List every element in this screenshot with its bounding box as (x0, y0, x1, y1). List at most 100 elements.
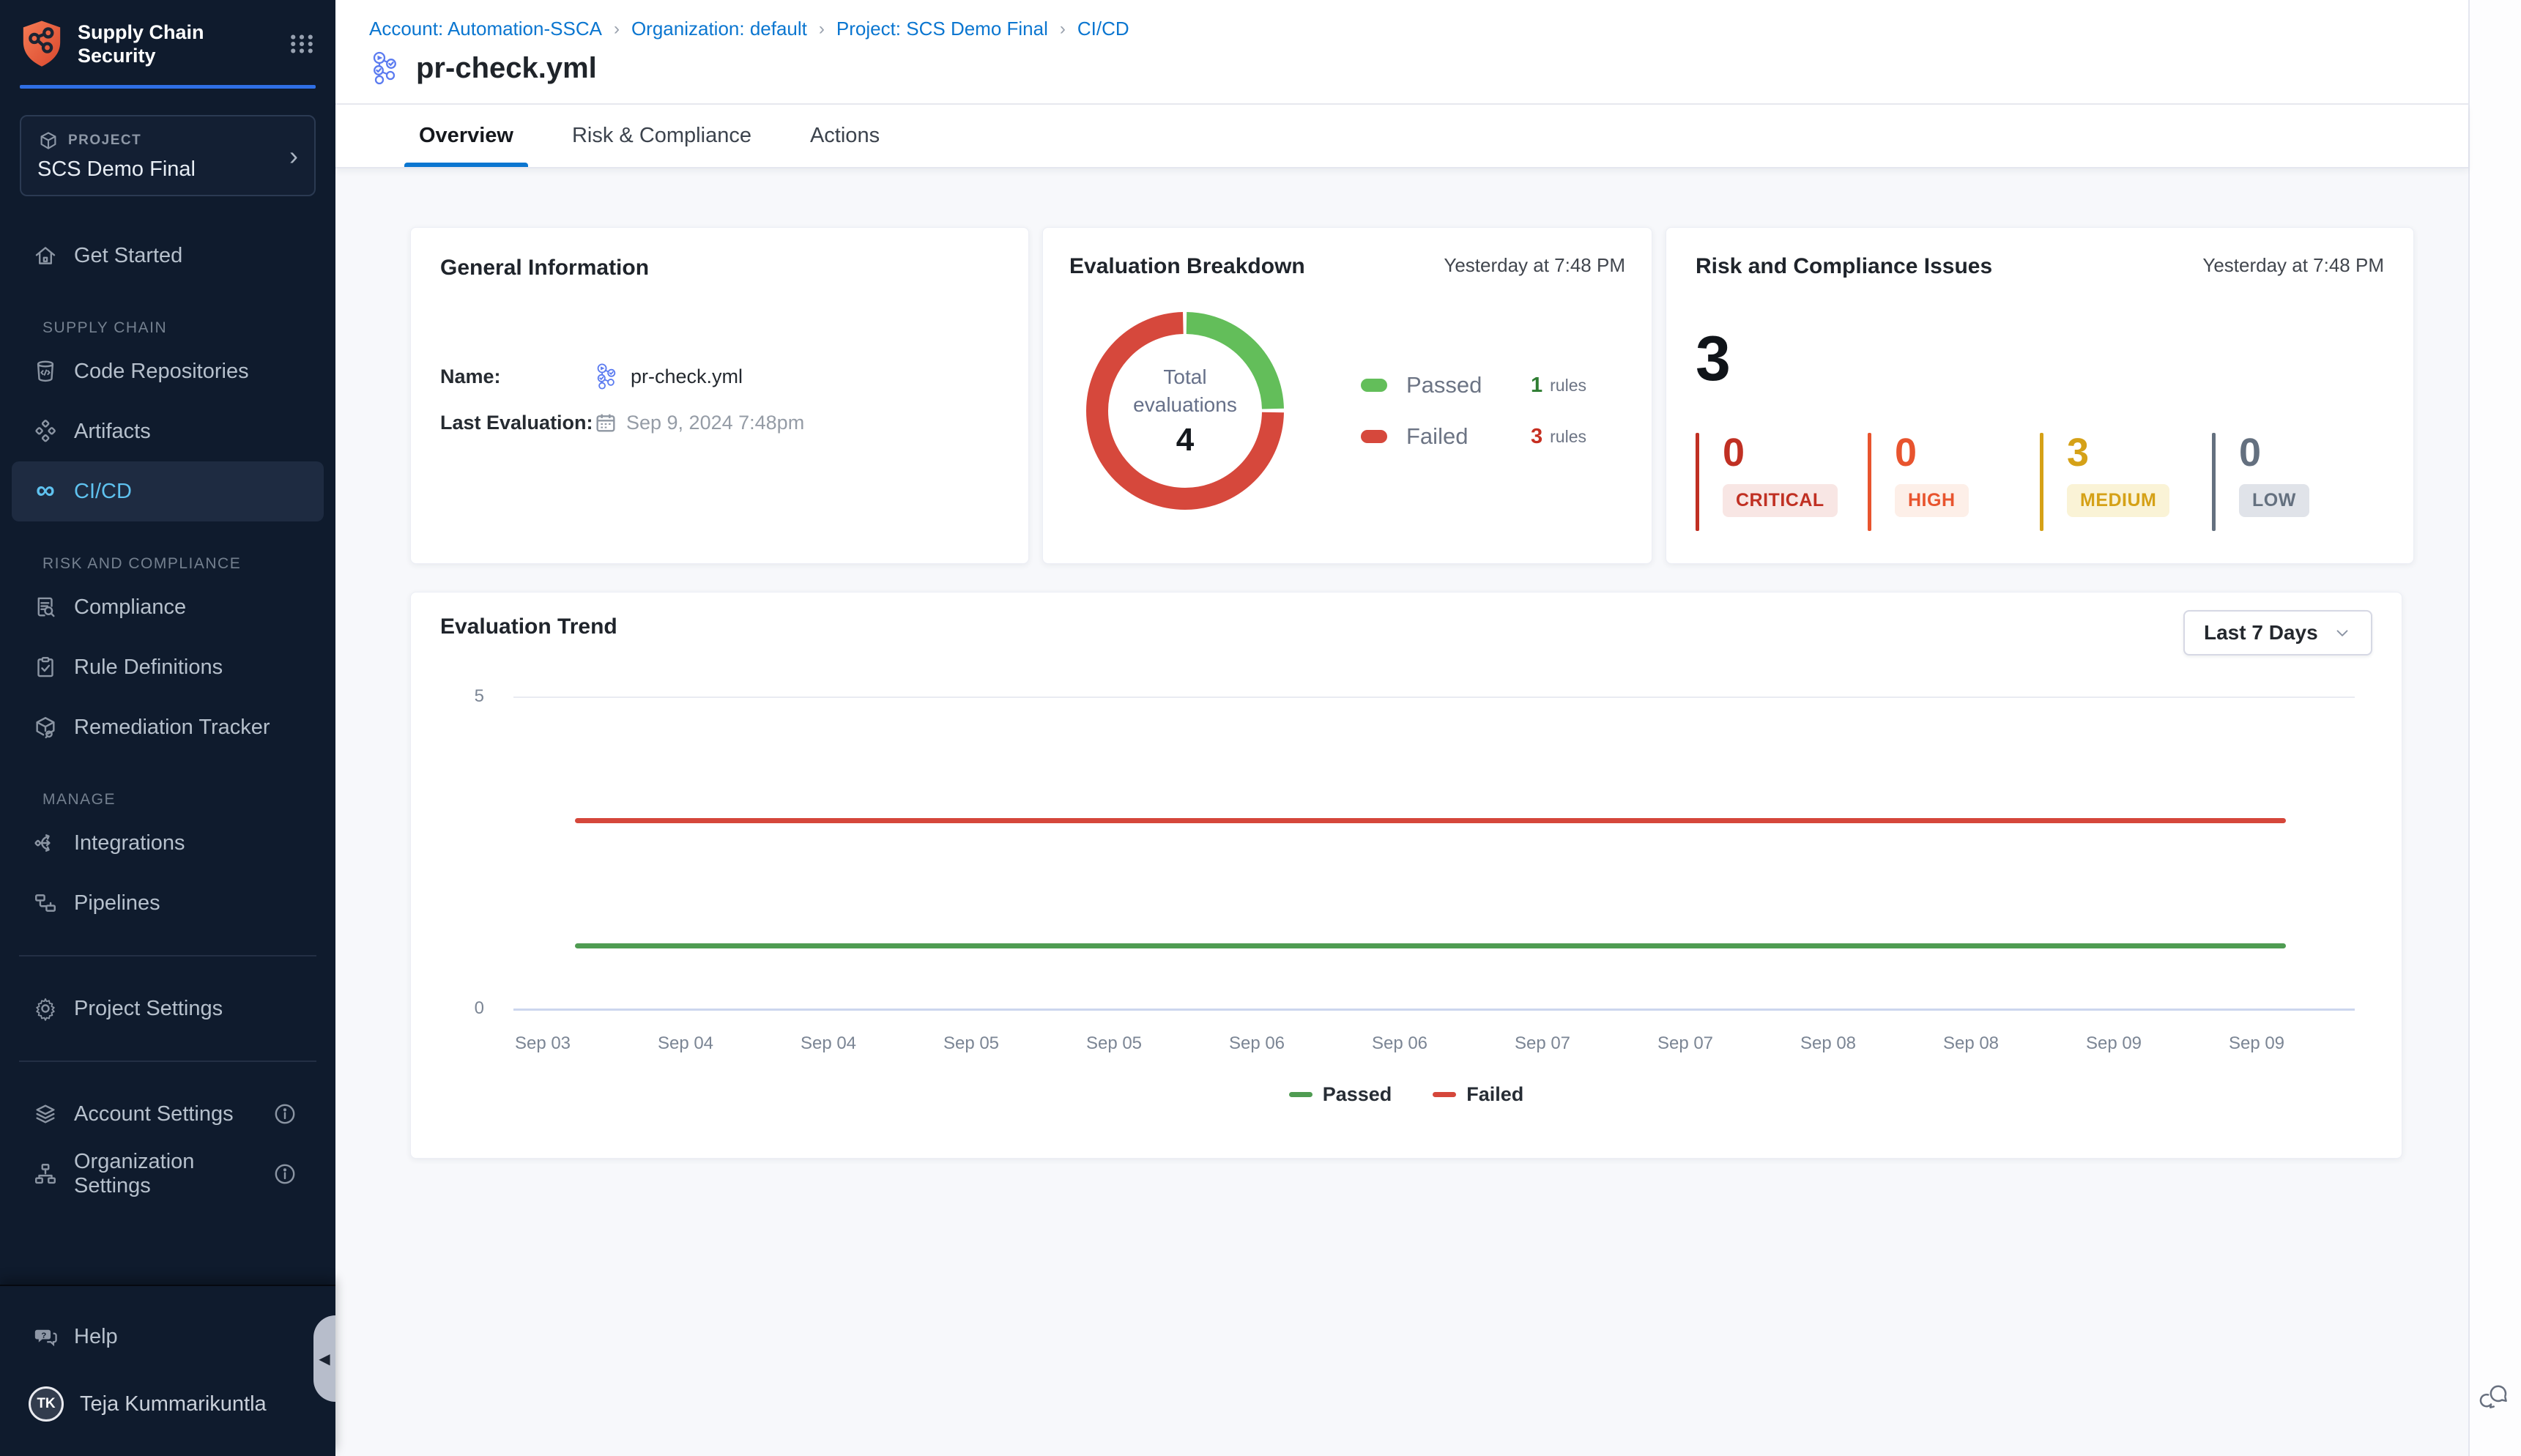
legend-label: Failed (1466, 1083, 1523, 1106)
legend-item-failed: Failed 3 rules (1361, 423, 1586, 450)
donut-legend: Passed 1 rules Failed 3 rules (1361, 372, 1586, 450)
home-icon (33, 243, 58, 268)
severity-bar (1868, 433, 1871, 531)
nav-section-manage: MANAGE (42, 791, 335, 809)
breadcrumb: Account: Automation-SSCA › Organization:… (369, 18, 2439, 40)
y-axis-tick: 5 (440, 686, 484, 707)
cicd-infinity-icon: ∞ (33, 479, 58, 504)
x-axis-tick: Sep 07 (1515, 1033, 1570, 1054)
x-axis-tick: Sep 09 (2086, 1033, 2142, 1054)
sidebar-item-code-repositories[interactable]: Code Repositories (0, 341, 335, 401)
project-name: SCS Demo Final (37, 157, 298, 182)
account-layers-icon (33, 1102, 58, 1126)
donut-total-value: 4 (1176, 422, 1194, 458)
user-menu[interactable]: TK Teja Kummarikuntla (0, 1374, 335, 1434)
x-axis-tick: Sep 07 (1657, 1033, 1713, 1054)
trend-legend: Passed Failed (440, 1083, 2372, 1106)
trend-legend-item-passed: Passed (1289, 1083, 1392, 1106)
divider (19, 955, 316, 957)
timestamp: Yesterday at 7:48 PM (1444, 254, 1625, 277)
supply-chain-security-logo-icon (19, 19, 64, 69)
sidebar-item-rule-definitions[interactable]: Rule Definitions (0, 637, 335, 697)
date-range-select[interactable]: Last 7 Days (2183, 610, 2372, 655)
tab-actions[interactable]: Actions (800, 105, 890, 167)
svg-text:?: ? (41, 1331, 46, 1340)
name-row: Name: pr-check.yml (440, 363, 999, 390)
sidebar-item-compliance[interactable]: Compliance (0, 577, 335, 637)
page-title: pr-check.yml (416, 52, 597, 85)
gear-icon (33, 996, 58, 1021)
sidebar: Supply Chain Security PROJECT SCS Demo F… (0, 0, 335, 1456)
integrations-icon (33, 831, 58, 855)
sidebar-item-cicd[interactable]: ∞ CI/CD (12, 461, 324, 521)
info-icon[interactable] (272, 1162, 297, 1186)
tab-bar: Overview Risk & Compliance Actions (335, 105, 2468, 168)
remediation-tracker-icon (33, 715, 58, 740)
x-axis-tick: Sep 03 (515, 1033, 571, 1054)
x-axis-tick: Sep 05 (943, 1033, 999, 1054)
failed-swatch (1361, 430, 1387, 443)
sidebar-item-integrations[interactable]: Integrations (0, 813, 335, 873)
app-title: Supply Chain Security (78, 21, 287, 68)
tab-risk-compliance[interactable]: Risk & Compliance (562, 105, 762, 167)
breadcrumb-project[interactable]: Project: SCS Demo Final (836, 18, 1048, 40)
breadcrumb-account[interactable]: Account: Automation-SSCA (369, 18, 602, 40)
sidebar-item-help[interactable]: ? Help (0, 1307, 335, 1367)
y-axis-tick: 0 (440, 998, 484, 1019)
breadcrumb-separator: › (602, 19, 631, 40)
breadcrumb-separator: › (1048, 19, 1077, 40)
tab-overview[interactable]: Overview (409, 105, 524, 167)
sidebar-item-artifacts[interactable]: Artifacts (0, 401, 335, 461)
last-evaluation-label: Last Evaluation: (440, 412, 594, 434)
sidebar-collapse-handle[interactable]: ◀ (313, 1315, 335, 1402)
card-title: Risk and Compliance Issues (1696, 254, 1992, 279)
project-selector[interactable]: PROJECT SCS Demo Final › (20, 115, 316, 196)
collapse-arrow-icon: ◀ (319, 1350, 330, 1368)
trend-line-failed (575, 818, 2286, 823)
last-evaluation-value: Sep 9, 2024 7:48pm (626, 412, 804, 434)
x-axis-tick: Sep 08 (1800, 1033, 1856, 1054)
last-evaluation-row: Last Evaluation: Sep 9, 2024 7:48pm (440, 411, 999, 434)
avatar: TK (29, 1386, 64, 1422)
severity-low: 0 LOW (2212, 433, 2384, 531)
project-label: PROJECT (68, 133, 141, 149)
pipeline-file-icon (594, 363, 622, 390)
sidebar-item-account-settings[interactable]: Account Settings (0, 1084, 335, 1144)
org-chart-icon (33, 1162, 58, 1186)
sidebar-item-project-settings[interactable]: Project Settings (0, 978, 335, 1039)
severity-critical: 0 CRITICAL (1696, 433, 1868, 531)
severity-badge: HIGH (1895, 484, 1969, 517)
card-title: Evaluation Breakdown (1069, 254, 1305, 279)
sidebar-item-remediation-tracker[interactable]: Remediation Tracker (0, 697, 335, 757)
breadcrumb-organization[interactable]: Organization: default (631, 18, 807, 40)
user-name: Teja Kummarikuntla (80, 1392, 267, 1416)
severity-bar (2212, 433, 2216, 531)
module-accent-bar (20, 85, 316, 89)
content: General Information Name: pr-check.yml (335, 168, 2468, 1456)
help-chat-icon: ? (33, 1324, 58, 1349)
card-title: Evaluation Trend (440, 614, 2372, 639)
info-icon[interactable] (272, 1102, 297, 1126)
sidebar-item-get-started[interactable]: Get Started (0, 226, 335, 286)
severity-high: 0 HIGH (1868, 433, 2040, 531)
total-issues-value: 3 (1696, 327, 2384, 390)
pipeline-name-value: pr-check.yml (631, 365, 743, 388)
trend-line-chart: 50Sep 03Sep 04Sep 04Sep 05Sep 05Sep 06Se… (440, 669, 2372, 1079)
gridline (513, 697, 2355, 698)
x-axis-tick: Sep 04 (658, 1033, 713, 1054)
x-axis-baseline (513, 1009, 2355, 1011)
app-switcher-grid-icon[interactable] (287, 29, 316, 59)
breadcrumb-cicd[interactable]: CI/CD (1077, 18, 1129, 40)
x-axis-tick: Sep 04 (801, 1033, 856, 1054)
severity-badge: CRITICAL (1723, 484, 1838, 517)
name-label: Name: (440, 365, 594, 388)
sidebar-item-organization-settings[interactable]: Organization Settings (0, 1144, 335, 1204)
evaluations-donut-chart: Total evaluations 4 (1075, 301, 1295, 521)
x-axis-tick: Sep 08 (1943, 1033, 1999, 1054)
compliance-icon (33, 595, 58, 620)
legend-swatch (1289, 1092, 1313, 1097)
sidebar-item-pipelines[interactable]: Pipelines (0, 873, 335, 933)
chat-support-icon[interactable] (2479, 1381, 2512, 1415)
pipeline-file-icon (369, 51, 404, 86)
severity-badge: MEDIUM (2067, 484, 2169, 517)
